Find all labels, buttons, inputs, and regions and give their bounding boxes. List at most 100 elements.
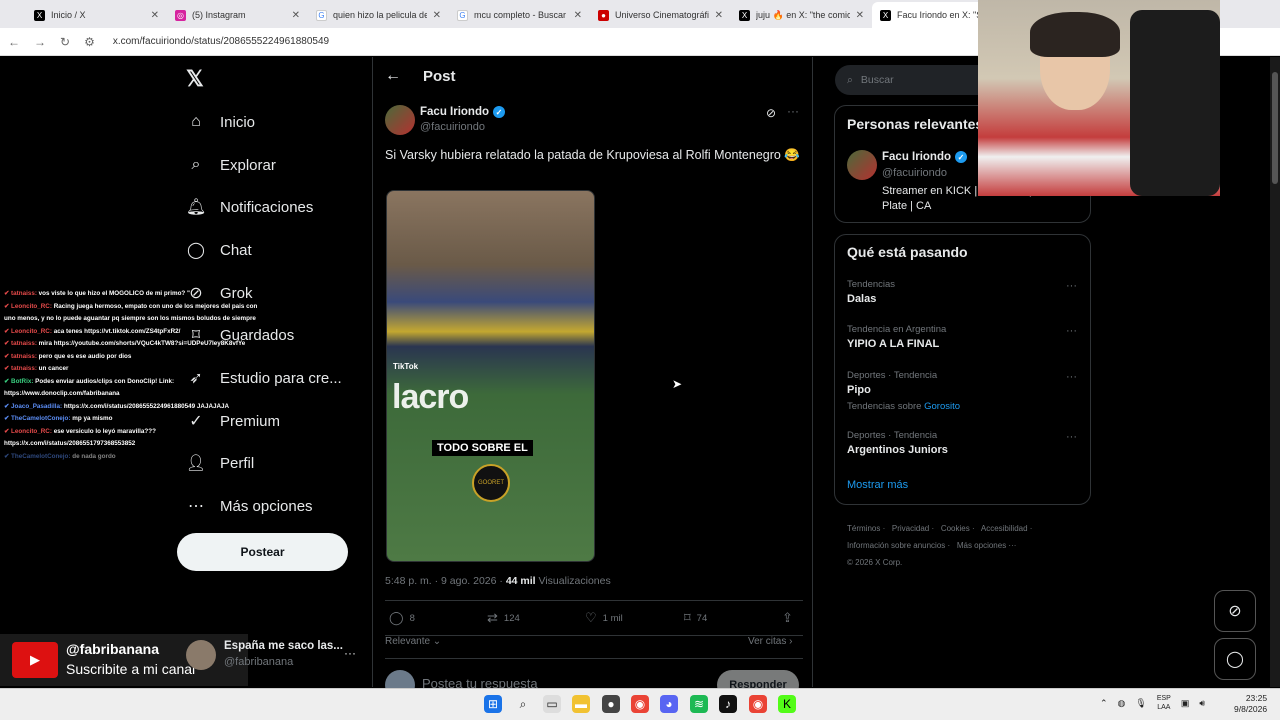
chevron-up-icon[interactable]: ⌃ xyxy=(1100,698,1108,709)
nav-item-inicio[interactable]: ⌂ Inicio xyxy=(186,110,255,134)
language-indicator[interactable]: ESP LAA xyxy=(1157,694,1171,712)
post-video[interactable] xyxy=(386,190,595,562)
relevant-person-avatar[interactable] xyxy=(847,150,877,180)
scrollbar-thumb[interactable] xyxy=(1272,72,1278,184)
account-handle[interactable]: @fabribanana xyxy=(224,656,293,668)
chat-message: ✔ Leoncito_RC: Racing juega hermoso, emp… xyxy=(0,301,300,314)
post-button[interactable]: Postear xyxy=(177,533,348,571)
back-icon[interactable]: ← xyxy=(8,35,20,49)
post-more-icon[interactable]: ··· xyxy=(787,104,799,118)
footer-link[interactable]: Términos xyxy=(847,524,880,533)
nav-item-explorar[interactable]: ⌕ Explorar xyxy=(186,153,276,177)
footer-link[interactable]: Accesibilidad xyxy=(981,524,1028,533)
browser-tab[interactable]: Xjuju 🔥 en X: "the comic b ✕ xyxy=(731,2,872,28)
sort-relevant-dropdown[interactable]: Relevante ⌄ xyxy=(385,636,441,647)
author-name[interactable]: Facu Iriondo ✓ xyxy=(420,106,505,118)
url-field[interactable]: x.com/facuiriondo/status/208655522496188… xyxy=(113,36,329,47)
footer-link[interactable]: Más opciones ··· xyxy=(957,541,1017,550)
reload-icon[interactable]: ↻ xyxy=(60,35,70,49)
chat-username: ✔ Leoncito_RC: xyxy=(4,427,54,435)
footer-link[interactable]: Privacidad xyxy=(892,524,929,533)
relevant-person-name[interactable]: Facu Iriondo ✓ xyxy=(882,151,967,163)
chat-username: ✔ tatnaiss: xyxy=(4,340,39,347)
kick-icon[interactable]: K xyxy=(778,695,796,713)
tiktok-icon[interactable]: ♪ xyxy=(719,695,737,713)
start-icon[interactable]: ⊞ xyxy=(484,695,502,713)
grok-fab-icon[interactable]: ⊘ xyxy=(1214,590,1256,632)
chrome-icon[interactable]: ◉ xyxy=(631,695,649,713)
chat-message: https://x.com/i/status/20865517973685538… xyxy=(0,438,300,451)
vpn-icon[interactable]: ◍ xyxy=(1118,698,1126,709)
trend-item[interactable]: YIPIO A LA FINAL xyxy=(847,338,939,350)
mouse-cursor-icon: ➤ xyxy=(672,377,683,391)
close-icon[interactable]: ✕ xyxy=(574,10,582,21)
discord-icon[interactable]: ◕ xyxy=(660,695,678,713)
show-more-link[interactable]: Mostrar más xyxy=(847,479,908,491)
account-more-icon[interactable]: ··· xyxy=(344,646,356,660)
grok-explain-icon[interactable]: ⊘ xyxy=(766,106,776,120)
x-icon: X xyxy=(739,9,750,21)
repost-icon: ⇄ xyxy=(487,610,498,625)
obs-icon[interactable]: ● xyxy=(602,695,620,713)
search-icon[interactable]: ⌕ xyxy=(514,695,532,713)
nav-item-chat[interactable]: ◯ Chat xyxy=(186,238,252,262)
reply-action[interactable]: ◯ 8 xyxy=(389,610,415,626)
close-icon[interactable]: ✕ xyxy=(715,10,723,21)
mic-icon[interactable]: 🎙︎ xyxy=(1135,698,1146,709)
x-logo-icon[interactable]: 𝕏 xyxy=(186,66,204,92)
browser-tab[interactable]: X Inicio / X ✕ xyxy=(26,2,167,28)
browser-tab[interactable]: ● Universo Cinematográfico ✕ xyxy=(590,2,731,28)
relevant-person-handle[interactable]: @facuiriondo xyxy=(882,167,947,179)
chat-text: un cancer xyxy=(38,365,69,372)
account-name[interactable]: España me saco las... xyxy=(224,640,343,652)
copyright: © 2026 X Corp. xyxy=(847,558,903,567)
footer-link[interactable]: Información sobre anuncios xyxy=(847,541,945,550)
close-icon[interactable]: ✕ xyxy=(856,10,864,21)
like-action[interactable]: ♡ 1 mil xyxy=(585,610,623,626)
account-avatar[interactable] xyxy=(186,640,216,670)
file-explorer-icon[interactable]: ▬ xyxy=(572,695,590,713)
back-arrow-icon[interactable]: ← xyxy=(385,67,401,85)
network-icon[interactable]: ▣ xyxy=(1181,698,1190,709)
repost-action[interactable]: ⇄ 124 xyxy=(487,610,520,626)
post-text: Si Varsky hubiera relatado la patada de … xyxy=(385,148,800,162)
close-icon[interactable]: ✕ xyxy=(292,10,300,21)
task-view-icon[interactable]: ▭ xyxy=(543,695,561,713)
share-action[interactable]: ⇪ xyxy=(782,610,793,626)
trend-item[interactable]: Pipo xyxy=(847,384,871,396)
close-icon[interactable]: ✕ xyxy=(151,10,159,21)
spotify-icon[interactable]: ≋ xyxy=(690,695,708,713)
clock[interactable]: 23:25 9/8/2026 xyxy=(1234,693,1267,715)
messages-fab-icon[interactable]: ◯ xyxy=(1214,638,1256,680)
relevant-people-title: Personas relevantes xyxy=(847,116,984,132)
author-handle[interactable]: @facuiriondo xyxy=(420,121,485,133)
trend-more-icon[interactable]: ··· xyxy=(1066,371,1077,383)
nav-item-mas-opciones[interactable]: ⋯ Más opciones xyxy=(186,494,313,518)
author-avatar[interactable] xyxy=(385,105,415,135)
trend-item[interactable]: Dalas xyxy=(847,293,876,305)
view-quotes-link[interactable]: Ver citas › xyxy=(748,636,792,647)
bookmark-action[interactable]: ⌑ 74 xyxy=(684,610,707,626)
webcam-chair xyxy=(1130,10,1220,196)
forward-icon[interactable]: → xyxy=(34,35,46,49)
chat-message: ✔ tatnaiss: mira https://youtube.com/sho… xyxy=(0,338,300,351)
trend-category: Tendencia en Argentina xyxy=(847,324,947,335)
volume-icon[interactable]: 🔊︎ xyxy=(1199,698,1205,709)
browser-tab[interactable]: Gmcu completo - Buscar cu✕ xyxy=(449,2,590,28)
trend-category: Tendencias xyxy=(847,279,896,290)
browser-tab[interactable]: Gquien hizo la pelicula de e ✕ xyxy=(308,2,449,28)
chat-text: mira https://youtube.com/shorts/VQuC4kTW… xyxy=(38,340,246,347)
x-icon: X xyxy=(880,9,891,21)
nav-item-notificaciones[interactable]: 🔔︎ Notificaciones xyxy=(186,195,314,219)
trend-related-link[interactable]: Gorosito xyxy=(924,401,960,412)
site-info-icon[interactable]: ⚙ xyxy=(84,35,95,49)
chrome-active-icon[interactable]: ◉ xyxy=(749,695,767,713)
trend-more-icon[interactable]: ··· xyxy=(1066,280,1077,292)
browser-tab[interactable]: ◎ (5) Instagram ✕ xyxy=(167,2,308,28)
trend-more-icon[interactable]: ··· xyxy=(1066,431,1077,443)
close-icon[interactable]: ✕ xyxy=(433,10,441,21)
trend-item[interactable]: Argentinos Juniors xyxy=(847,444,948,456)
footer-link[interactable]: Cookies xyxy=(941,524,970,533)
chat-username: ✔ tatnaiss: xyxy=(4,290,39,297)
trend-more-icon[interactable]: ··· xyxy=(1066,325,1077,337)
